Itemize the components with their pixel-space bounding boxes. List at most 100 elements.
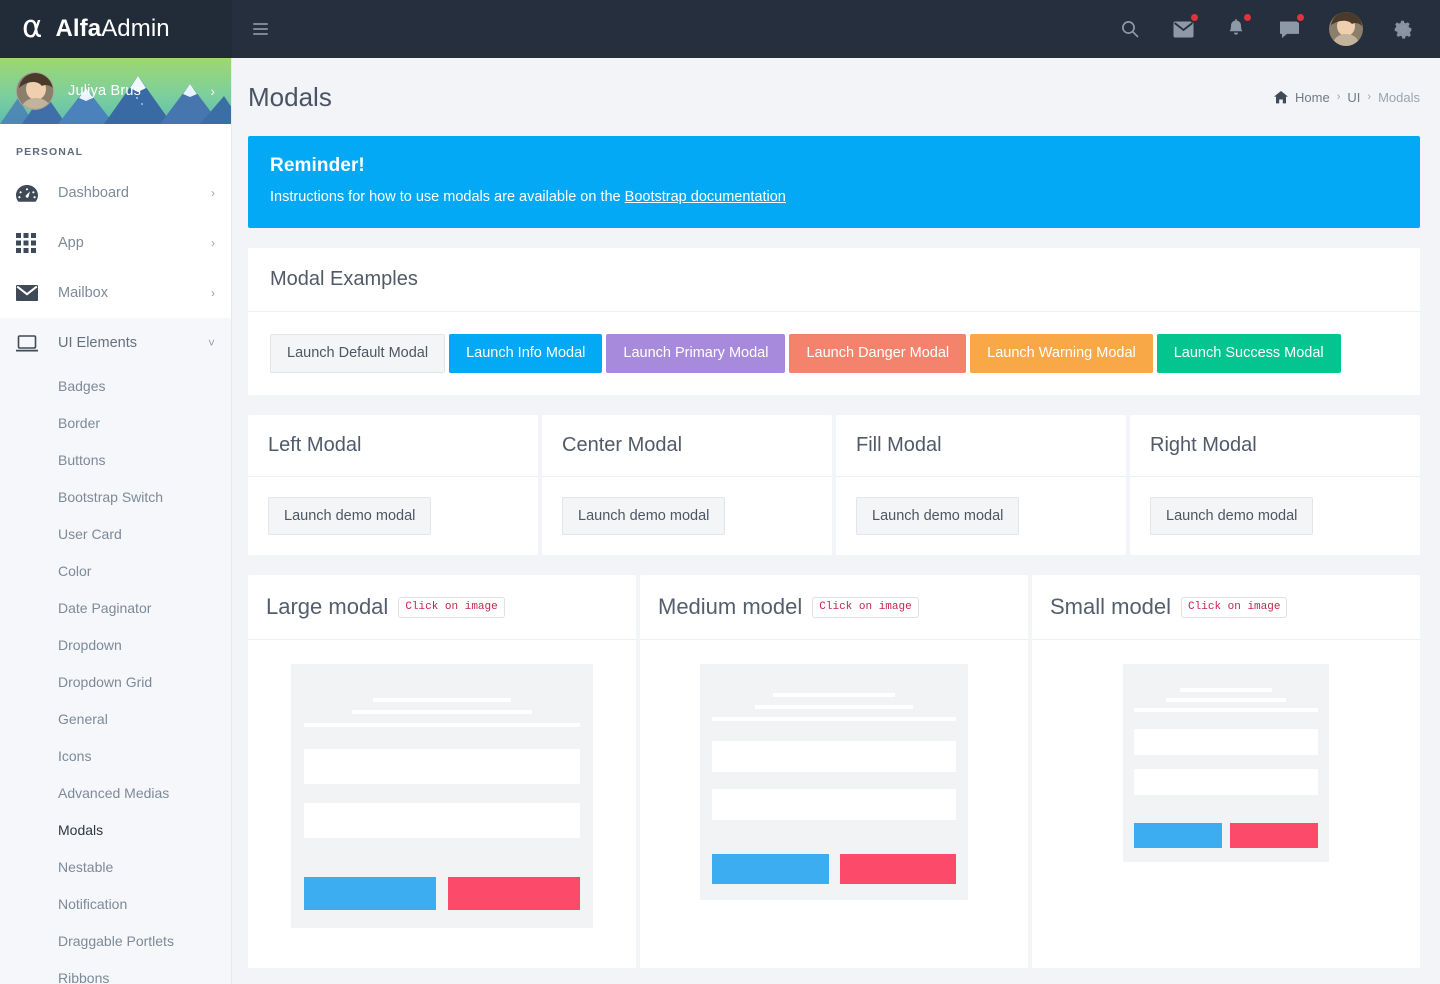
chevron-right-icon: ›: [211, 236, 215, 250]
card-title: Left Modal: [268, 434, 362, 457]
launch-demo-modal-button[interactable]: Launch demo modal: [856, 497, 1020, 536]
brand-title: AlfaAdmin: [55, 15, 169, 43]
sidebar-subitem-buttons[interactable]: Buttons: [0, 442, 231, 479]
profile-name: Juliya Brus: [68, 83, 142, 99]
preview-button-row: [303, 876, 581, 910]
envelope-icon: [16, 285, 46, 301]
card-header: Large modal Click on image: [248, 575, 636, 641]
dashboard-icon: [16, 184, 46, 202]
search-icon[interactable]: [1117, 16, 1143, 42]
sidebar-item-dashboard[interactable]: Dashboard ›: [0, 168, 231, 218]
preview-primary-button: [1133, 822, 1222, 848]
card-header: Small model Click on image: [1032, 575, 1420, 641]
sidebar-subitem-nestable[interactable]: Nestable: [0, 849, 231, 886]
placeholder-field: [303, 748, 581, 784]
sidebar-subitem-draggable-portlets[interactable]: Draggable Portlets: [0, 923, 231, 960]
reminder-text-body: Instructions for how to use modals are a…: [270, 189, 625, 205]
preview-danger-button: [448, 876, 581, 910]
click-on-image-badge[interactable]: Click on image: [398, 596, 505, 618]
launch-info-modal-button[interactable]: Launch Info Modal: [449, 334, 603, 374]
mail-icon[interactable]: [1170, 12, 1200, 42]
sidebar-subitem-advanced-medias[interactable]: Advanced Medias: [0, 775, 231, 812]
preview-danger-button: [839, 853, 957, 884]
breadcrumb-current: Modals: [1378, 89, 1420, 105]
placeholder-line: [372, 697, 512, 702]
reminder-heading: Reminder!: [270, 155, 365, 176]
large-modal-preview[interactable]: [290, 664, 594, 928]
sidebar-subitem-border[interactable]: Border: [0, 405, 231, 442]
sidebar-subitem-modals[interactable]: Modals: [0, 812, 231, 849]
sidebar-subitem-date-paginator[interactable]: Date Paginator: [0, 590, 231, 627]
sidebar-subitem-dropdown[interactable]: Dropdown: [0, 627, 231, 664]
card-header: Fill Modal: [836, 415, 1126, 478]
sidebar-subitem-dropdown-grid[interactable]: Dropdown Grid: [0, 664, 231, 701]
modal-examples-header: Modal Examples: [248, 248, 1420, 312]
click-on-image-badge[interactable]: Click on image: [1181, 596, 1288, 618]
breadcrumb-ui[interactable]: UI: [1347, 90, 1360, 105]
bootstrap-documentation-link[interactable]: Bootstrap documentation: [625, 189, 786, 205]
launch-danger-modal-button[interactable]: Launch Danger Modal: [789, 334, 967, 374]
launch-warning-modal-button[interactable]: Launch Warning Modal: [970, 334, 1153, 374]
preview-inner: [291, 664, 594, 928]
top-navbar: α AlfaAdmin: [0, 0, 1440, 58]
sidebar-subitem-user-card[interactable]: User Card: [0, 516, 231, 553]
brand-logo[interactable]: α AlfaAdmin: [0, 0, 232, 58]
launch-demo-modal-button[interactable]: Launch demo modal: [268, 497, 432, 536]
brand-name-bold: Alfa: [55, 15, 102, 42]
sidebar-submenu-ui-elements: Badges Border Buttons Bootstrap Switch U…: [0, 368, 231, 984]
sidebar: Juliya Brus › PERSONAL Dashboard › App ›…: [0, 58, 232, 984]
breadcrumb-home[interactable]: Home: [1295, 90, 1330, 105]
card-body: Launch demo modal: [1130, 477, 1420, 555]
fill-modal-card: Fill Modal Launch demo modal: [836, 415, 1126, 556]
bell-badge: [1242, 12, 1253, 23]
launch-demo-modal-button[interactable]: Launch demo modal: [1150, 497, 1314, 536]
sidebar-subitem-notification[interactable]: Notification: [0, 886, 231, 923]
sidebar-subitem-general[interactable]: General: [0, 701, 231, 738]
sidebar-item-mailbox[interactable]: Mailbox ›: [0, 268, 231, 318]
preview-inner: [1123, 664, 1329, 861]
small-modal-preview[interactable]: [1122, 664, 1330, 862]
sidebar-section-label: PERSONAL: [16, 146, 84, 158]
medium-modal-card: Medium model Click on image: [640, 575, 1028, 968]
gear-icon[interactable]: [1390, 16, 1416, 42]
user-avatar[interactable]: [1329, 12, 1363, 46]
sidebar-subitem-bootstrap-switch[interactable]: Bootstrap Switch: [0, 479, 231, 516]
placeholder-line: [352, 710, 532, 715]
card-header: Right Modal: [1130, 415, 1420, 478]
launch-success-modal-button[interactable]: Launch Success Modal: [1156, 334, 1341, 374]
modal-examples-body: Launch Default Modal Launch Info Modal L…: [248, 312, 1420, 395]
sidebar-profile[interactable]: Juliya Brus ›: [0, 58, 231, 124]
breadcrumb-separator: ›: [1336, 91, 1341, 103]
sidebar-subitem-color[interactable]: Color: [0, 553, 231, 590]
medium-modal-preview[interactable]: [699, 664, 969, 900]
click-on-image-badge[interactable]: Click on image: [812, 596, 919, 618]
launch-demo-modal-button[interactable]: Launch demo modal: [562, 497, 726, 536]
sidebar-item-label: UI Elements: [58, 335, 137, 351]
reminder-banner: Reminder! Instructions for how to use mo…: [248, 136, 1420, 228]
brand-name-light: Admin: [101, 15, 170, 42]
sidebar-subitem-ribbons[interactable]: Ribbons: [0, 960, 231, 984]
placeholder-line: [303, 722, 581, 727]
hamburger-line: [252, 23, 268, 25]
right-modal-card: Right Modal Launch demo modal: [1130, 415, 1420, 556]
card-title: Center Modal: [562, 434, 683, 457]
sidebar-toggle-button[interactable]: [242, 0, 278, 58]
card-body: Launch demo modal: [248, 477, 538, 555]
launch-default-modal-button[interactable]: Launch Default Modal: [270, 334, 446, 374]
bell-icon[interactable]: [1223, 12, 1253, 42]
card-title: Large modal: [266, 594, 389, 620]
mail-badge: [1189, 12, 1200, 23]
sidebar-item-app[interactable]: App ›: [0, 218, 231, 268]
sidebar-subitem-icons[interactable]: Icons: [0, 738, 231, 775]
monitor-icon: [16, 334, 46, 352]
page-title: Modals: [248, 81, 332, 112]
chevron-right-icon: ›: [211, 286, 215, 300]
chat-icon[interactable]: [1276, 12, 1306, 42]
breadcrumb-separator: ›: [1367, 91, 1372, 103]
sidebar-subitem-badges[interactable]: Badges: [0, 368, 231, 405]
card-body: Launch demo modal: [836, 477, 1126, 555]
launch-primary-modal-button[interactable]: Launch Primary Modal: [606, 334, 786, 374]
sidebar-item-ui-elements[interactable]: UI Elements ˅: [0, 318, 231, 368]
card-title: Medium model: [658, 594, 803, 620]
chevron-right-icon: ›: [211, 186, 215, 200]
